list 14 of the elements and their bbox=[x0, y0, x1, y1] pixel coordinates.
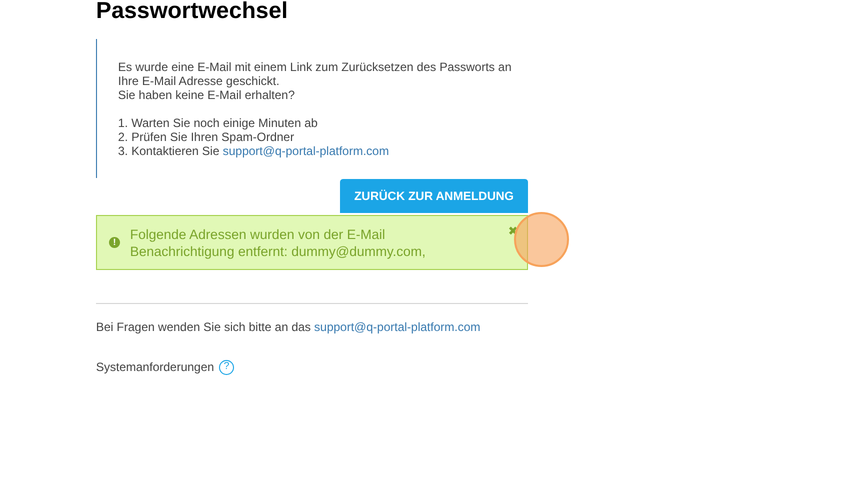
step-text: 3. Kontaktieren Sie support@q-portal-platform.com bbox=[118, 144, 390, 158]
step-text: 1. Warten Sie noch einige Minuten ab bbox=[118, 116, 319, 130]
info-question: Sie haben keine E-Mail erhalten? bbox=[118, 88, 296, 102]
support-link[interactable]: support@q-portal-platform.com bbox=[314, 320, 480, 334]
requirements-label: Systemanforderungen bbox=[96, 359, 214, 376]
page-title: Passwortwechsel bbox=[96, 0, 289, 22]
back-to-login-button[interactable]: ZURÜCK ZUR ANMELDUNG bbox=[340, 179, 528, 213]
alert-message: Folgende Adressen wurden von der E-Mail Benachrichtigung entfernt: dummy@dummy.com, bbox=[130, 226, 427, 260]
step-text: 2. Prüfen Sie Ihren Spam-Ordner bbox=[118, 130, 296, 144]
footer-text: Bei Fragen wenden Sie sich bitte an das support@q-portal-platform.com bbox=[96, 319, 482, 336]
support-link[interactable]: support@q-portal-platform.com bbox=[222, 144, 389, 158]
info-message: Es wurde eine E-Mail mit einem Link zum Zurücksetzen des Passworts an Ihre E-Mail Adresse geschickt. bbox=[118, 60, 512, 88]
help-button[interactable]: ? bbox=[219, 360, 234, 374]
alert-icon: ! bbox=[109, 237, 120, 248]
